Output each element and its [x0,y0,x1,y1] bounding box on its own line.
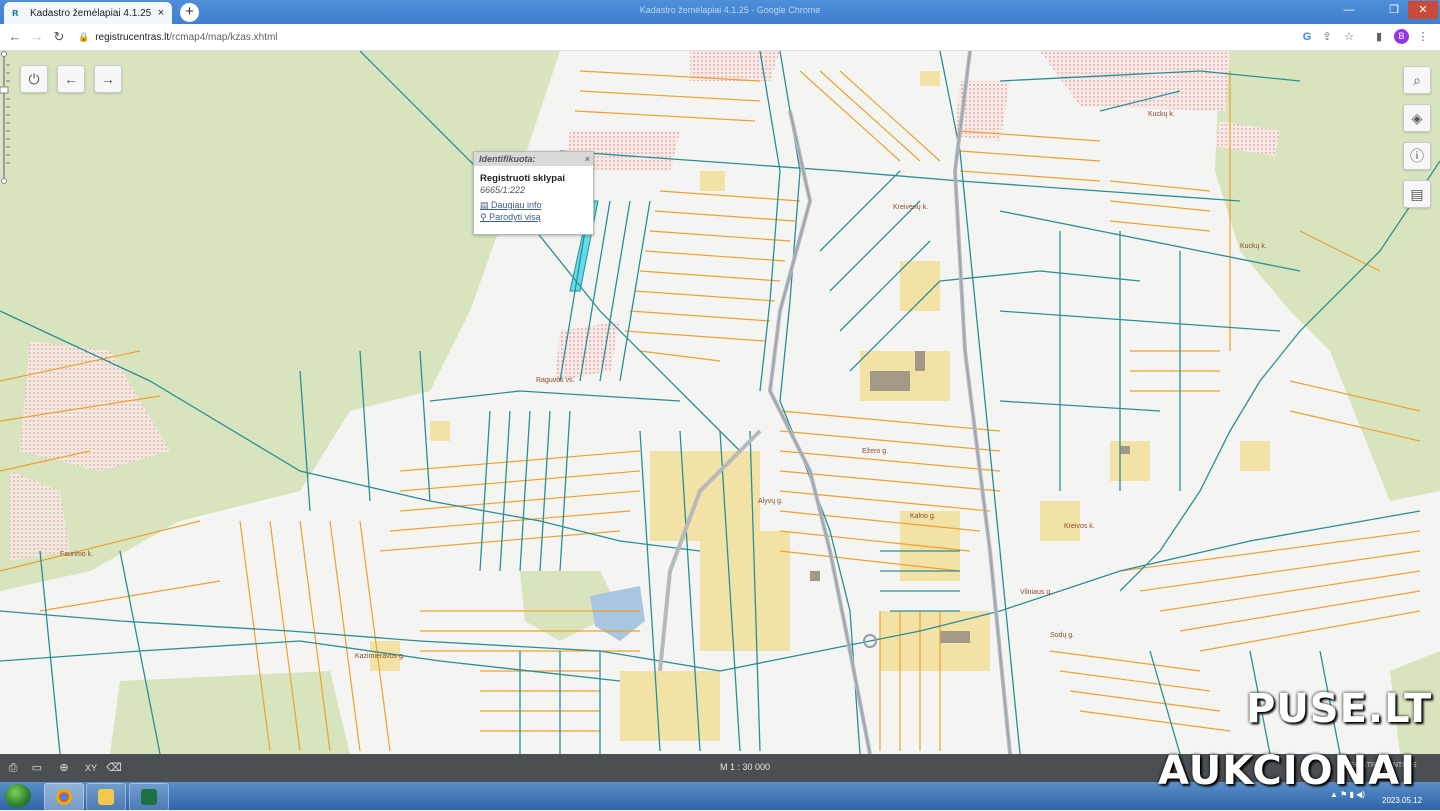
map-label: Kuckų k. [1240,243,1267,250]
start-icon[interactable] [5,784,31,808]
reload-icon[interactable]: ↻ [50,28,68,46]
watermark-line2: AUKCIONAI [1158,748,1416,794]
minimize-icon[interactable]: — [1338,1,1360,19]
legend-button[interactable]: ▤ [1403,180,1431,208]
info-button[interactable]: ⓘ [1403,142,1431,170]
add-document-icon[interactable]: ⊕ [55,759,73,777]
search-icon: ⌕ [1413,72,1421,88]
share-icon[interactable]: ⇪ [1318,28,1336,46]
map-label: Faurimo k. [60,551,94,558]
map-canvas [0,51,1440,754]
maximize-icon[interactable]: ❐ [1383,1,1405,19]
popup-header: Identifikuota: [479,154,536,164]
chrome-taskbar-button[interactable] [44,783,84,811]
layers-icon: ◈ [1411,110,1423,126]
explorer-taskbar-button[interactable] [86,783,126,811]
tab-title: Kadastro žemėlapiai 4.1.25 [30,7,152,19]
forward-icon[interactable]: → [28,28,46,46]
google-translate-icon[interactable]: G [1298,28,1316,46]
map-label: Vilniaus g. [1020,589,1053,596]
map-label: Kuckų k. [1148,111,1175,118]
history-back-button[interactable]: ← [57,65,85,93]
tab-close-button[interactable]: × [154,7,168,19]
search-button[interactable]: ⌕ [1403,66,1431,94]
document-icon: ▤ [480,200,492,210]
magnifier-icon: ⚲ [480,212,490,222]
excel-icon [141,789,157,805]
layers-button[interactable]: ◈ [1403,104,1431,132]
close-window-icon[interactable]: ✕ [1408,1,1438,19]
browser-toolbar: ← → ↻ 🔒 registrucentras.lt/rcmap4/map/kza… [0,24,1440,51]
profile-avatar[interactable]: B [1394,29,1409,44]
info-icon: ⓘ [1410,148,1424,164]
map-scale: M 1 : 30 000 [720,762,771,772]
arrow-left-icon: ← [64,71,78,87]
clock-date: 2023.05.12 [1382,796,1423,805]
arrow-right-icon: → [101,71,115,87]
zoom-slider[interactable] [0,51,10,185]
window-title: Kadastro žemėlapiai 4.1.25 - Google Chro… [639,5,821,15]
browser-tab[interactable]: ʀ Kadastro žemėlapiai 4.1.25 × [4,2,172,24]
eraser-icon[interactable]: ⌫ [105,759,123,777]
parcel-id: 6665/1:222 [480,185,526,195]
map-label: Alyvų g. [758,498,783,505]
history-forward-button[interactable]: → [94,65,122,93]
browser-tabstrip: ʀ Kadastro žemėlapiai 4.1.25 × + Kadastr… [0,0,1440,24]
xy-coordinates-button[interactable]: XY [82,759,100,777]
bookmark-star-icon[interactable]: ☆ [1340,28,1358,46]
back-icon[interactable]: ← [6,28,24,46]
url-path: /rcmap4/map/kzas.xhtml [169,32,278,43]
more-info-link[interactable]: ▤ Daugiau info [474,195,593,211]
address-bar[interactable]: 🔒 registrucentras.lt/rcmap4/map/kzas.xhtm… [78,28,1290,46]
folder-icon [98,789,114,805]
url-host: registrucentras.lt [95,32,170,43]
map-label: Sodų g. [1050,632,1075,639]
show-all-link[interactable]: ⚲ Parodyti visą [474,211,593,223]
cadastral-map[interactable]: Raguvos vs. Kuckų k. Kuckų k. Kreivėnų k… [0,51,1440,754]
power-button[interactable]: ⏻ [20,65,48,93]
popup-close-button[interactable]: × [585,152,590,166]
map-label: Kreivos k. [1064,523,1095,530]
identify-popup: Identifikuota: × Registruoti sklypai 6665… [473,151,594,235]
watermark-line1: PUSE.LT [1246,686,1433,732]
document-icon: ▤ [1410,186,1424,202]
map-label: Kazimieravos g. [355,653,405,660]
map-label: Ežero g. [862,448,889,455]
menu-dots-icon[interactable]: ⋮ [1414,28,1432,46]
new-tab-button[interactable]: + [180,3,199,22]
excel-taskbar-button[interactable] [129,783,169,811]
rc-favicon-icon: ʀ [12,7,19,19]
lock-icon: 🔒 [78,32,90,42]
map-label: Kalno g. [910,513,936,520]
side-panel-icon[interactable]: ▮ [1370,28,1388,46]
popup-title: Registruoti sklypai [480,173,565,184]
power-icon: ⏻ [28,71,40,87]
ruler-icon[interactable]: ▭ [28,759,46,777]
map-label: Kreivėnų k. [893,204,929,211]
chrome-icon [56,789,72,805]
print-icon[interactable]: ⎙ [4,759,22,777]
map-label: Raguvos vs. [536,377,575,384]
